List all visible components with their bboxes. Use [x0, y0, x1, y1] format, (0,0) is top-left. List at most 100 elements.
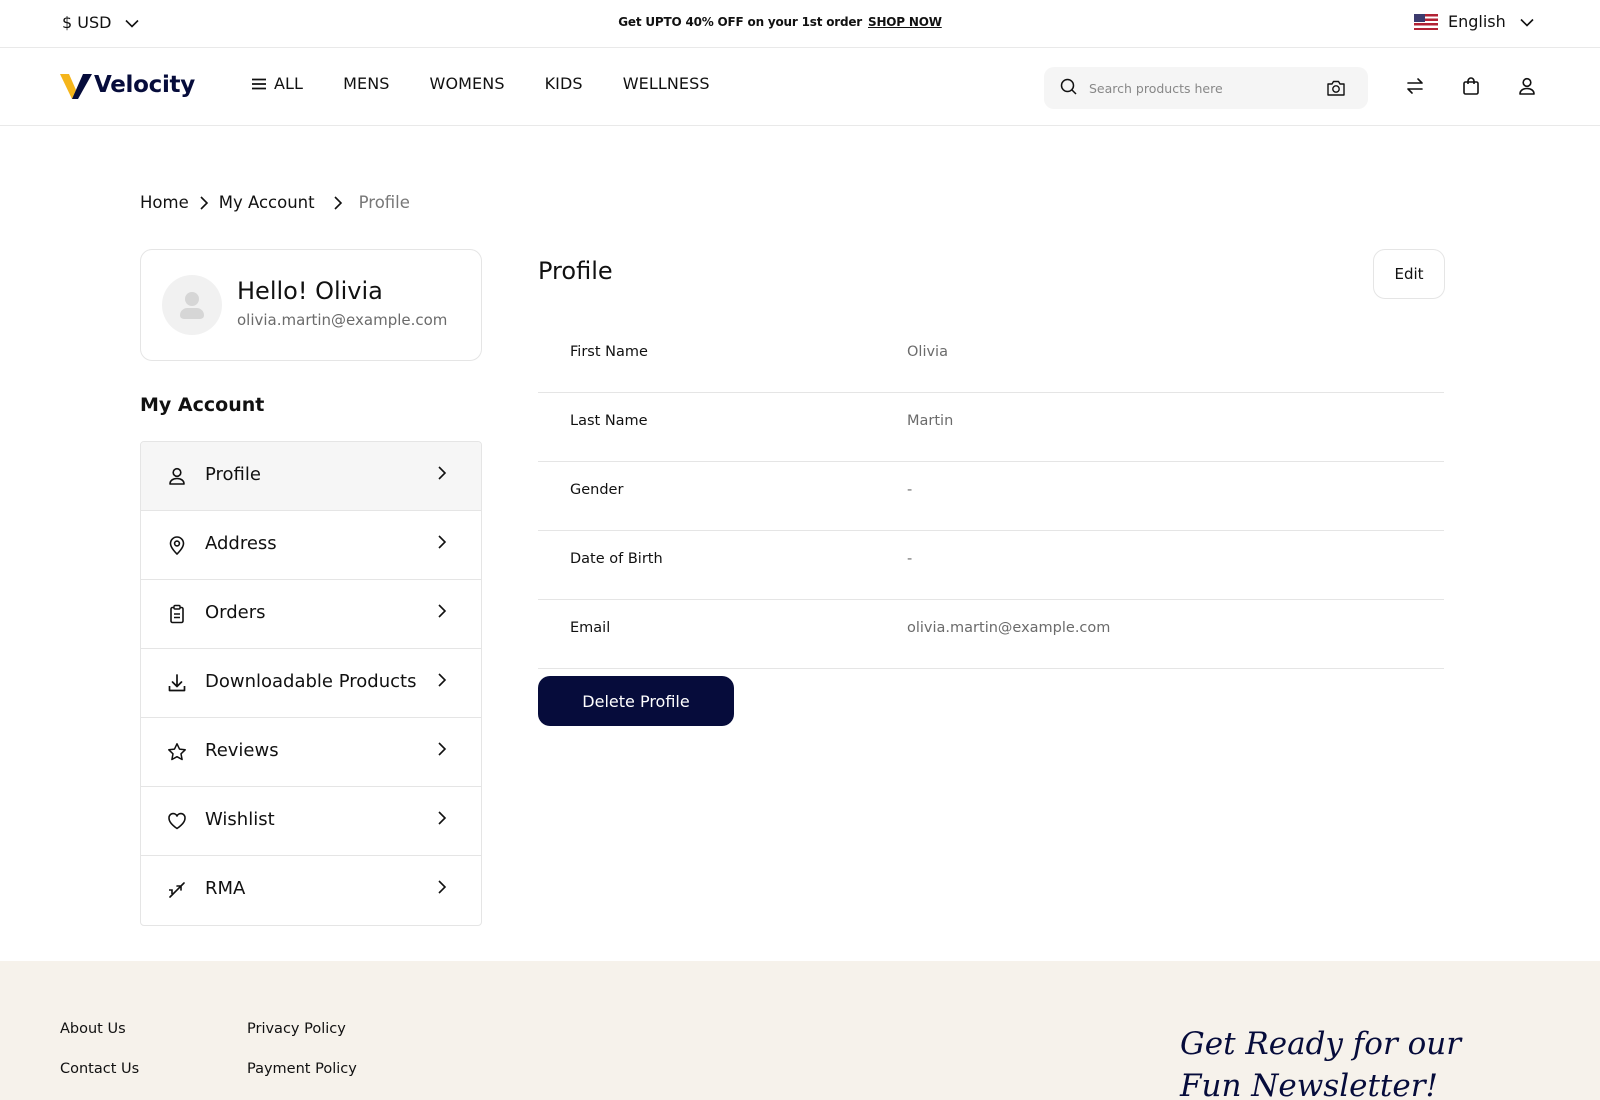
us-flag-icon — [1414, 13, 1438, 30]
sidebar-item-downloadable-products[interactable]: Downloadable Products — [141, 649, 481, 718]
sidebar-item-label: RMA — [205, 878, 246, 899]
chevron-right-icon — [437, 534, 447, 550]
return-arrows-icon — [167, 880, 187, 900]
footer-links-column: Privacy Policy Payment Policy — [247, 1021, 357, 1100]
nav-mens[interactable]: MENS — [343, 74, 389, 93]
chevron-right-icon — [333, 195, 343, 211]
logo-text: Velocity — [94, 72, 195, 98]
location-pin-icon — [167, 535, 187, 555]
camera-search-icon[interactable] — [1326, 79, 1346, 101]
site-header: Velocity ALL MENS WOMENS KIDS WELLNESS — [0, 48, 1600, 126]
footer-link-payment-policy[interactable]: Payment Policy — [247, 1061, 357, 1100]
search-bar — [1044, 67, 1368, 109]
nav-label: ALL — [274, 74, 304, 93]
sidebar-item-label: Orders — [205, 602, 266, 623]
sidebar-item-label: Wishlist — [205, 809, 275, 830]
language-label: English — [1448, 12, 1506, 31]
sidebar-item-profile[interactable]: Profile — [141, 442, 481, 511]
footer-links-column: About Us Contact Us — [60, 1021, 139, 1100]
nav-all[interactable]: ALL — [252, 74, 303, 93]
top-promo-bar: $ USD Get UPTO 40% OFF on your 1st order… — [0, 0, 1600, 48]
chevron-right-icon — [437, 741, 447, 757]
sidebar-item-wishlist[interactable]: Wishlist — [141, 787, 481, 856]
newsletter-line-1: Get Ready for our — [1180, 1026, 1462, 1062]
promo-banner: Get UPTO 40% OFF on your 1st order SHOP … — [0, 15, 1560, 29]
sidebar-item-label: Profile — [205, 464, 261, 485]
nav-label: MENS — [343, 74, 390, 93]
field-value: Martin — [907, 413, 954, 429]
heart-icon — [167, 811, 187, 831]
newsletter-heading: Get Ready for our Fun Newsletter! — [1180, 1023, 1540, 1100]
profile-row: Last Name Martin — [538, 393, 1444, 462]
sidebar-item-address[interactable]: Address — [141, 511, 481, 580]
chevron-right-icon — [437, 672, 447, 688]
user-card: Hello! Olivia olivia.martin@example.com — [140, 249, 482, 361]
field-label: First Name — [570, 344, 648, 360]
nav-label: WOMENS — [429, 74, 505, 93]
breadcrumb-home[interactable]: Home — [140, 193, 189, 212]
nav-kids[interactable]: KIDS — [545, 74, 583, 93]
sidebar-item-reviews[interactable]: Reviews — [141, 718, 481, 787]
sidebar-item-label: Address — [205, 533, 277, 554]
sidebar-item-orders[interactable]: Orders — [141, 580, 481, 649]
field-label: Email — [570, 620, 611, 636]
user-account-icon[interactable] — [1517, 76, 1537, 96]
site-footer: About Us Contact Us Privacy Policy Payme… — [0, 961, 1600, 1100]
field-value: olivia.martin@example.com — [907, 620, 1111, 636]
language-selector[interactable]: English — [1414, 12, 1534, 31]
profile-row: First Name Olivia — [538, 324, 1444, 393]
sidebar-item-label: Reviews — [205, 740, 279, 761]
field-label: Date of Birth — [570, 551, 663, 567]
nav-wellness[interactable]: WELLNESS — [623, 74, 710, 93]
field-label: Last Name — [570, 413, 648, 429]
field-value: Olivia — [907, 344, 948, 360]
delete-profile-button[interactable]: Delete Profile — [538, 676, 734, 726]
my-account-heading: My Account — [140, 394, 265, 416]
chevron-right-icon — [437, 810, 447, 826]
edit-button[interactable]: Edit — [1373, 249, 1445, 299]
hamburger-menu-icon — [252, 78, 266, 89]
clipboard-icon — [167, 604, 187, 624]
chevron-right-icon — [437, 879, 447, 895]
compare-arrows-icon[interactable] — [1405, 76, 1425, 96]
nav-womens[interactable]: WOMENS — [430, 74, 505, 93]
footer-link-contact-us[interactable]: Contact Us — [60, 1061, 139, 1100]
breadcrumb-my-account[interactable]: My Account — [219, 193, 315, 212]
account-menu: Profile Address Orders Downloadable Prod… — [140, 441, 482, 926]
footer-link-about-us[interactable]: About Us — [60, 1021, 139, 1061]
shop-now-link[interactable]: SHOP NOW — [868, 15, 942, 29]
field-value: - — [907, 551, 913, 567]
user-icon — [167, 466, 187, 486]
profile-details: First Name Olivia Last Name Martin Gende… — [538, 324, 1444, 669]
header-actions — [1405, 76, 1537, 96]
profile-row: Date of Birth - — [538, 531, 1444, 600]
nav-label: KIDS — [544, 74, 583, 93]
chevron-right-icon — [437, 465, 447, 481]
user-email: olivia.martin@example.com — [237, 311, 448, 329]
shopping-bag-icon[interactable] — [1461, 76, 1481, 96]
breadcrumb-current: Profile — [358, 193, 410, 212]
chevron-down-icon — [1520, 12, 1534, 31]
sidebar-item-rma[interactable]: RMA — [141, 856, 481, 925]
sidebar-item-label: Downloadable Products — [205, 671, 417, 692]
chevron-right-icon — [437, 603, 447, 619]
promo-text: Get UPTO 40% OFF on your 1st order — [618, 15, 863, 29]
footer-link-privacy-policy[interactable]: Privacy Policy — [247, 1021, 357, 1061]
download-icon — [167, 673, 187, 693]
velocity-v-icon — [60, 74, 92, 99]
breadcrumb: Home My Account Profile — [140, 193, 410, 212]
velocity-logo[interactable]: Velocity — [60, 70, 195, 100]
newsletter-line-2: Fun Newsletter! — [1180, 1068, 1439, 1100]
user-greeting: Hello! Olivia — [237, 277, 383, 305]
nav-label: WELLNESS — [622, 74, 710, 93]
main-nav: ALL MENS WOMENS KIDS WELLNESS — [252, 74, 750, 93]
profile-row: Gender - — [538, 462, 1444, 531]
field-value: - — [907, 482, 913, 498]
search-input[interactable] — [1089, 80, 1309, 96]
field-label: Gender — [570, 482, 624, 498]
avatar — [162, 275, 222, 335]
chevron-right-icon — [199, 195, 209, 211]
profile-row: Email olivia.martin@example.com — [538, 600, 1444, 669]
search-icon[interactable] — [1060, 78, 1077, 99]
page-title: Profile — [538, 257, 613, 285]
